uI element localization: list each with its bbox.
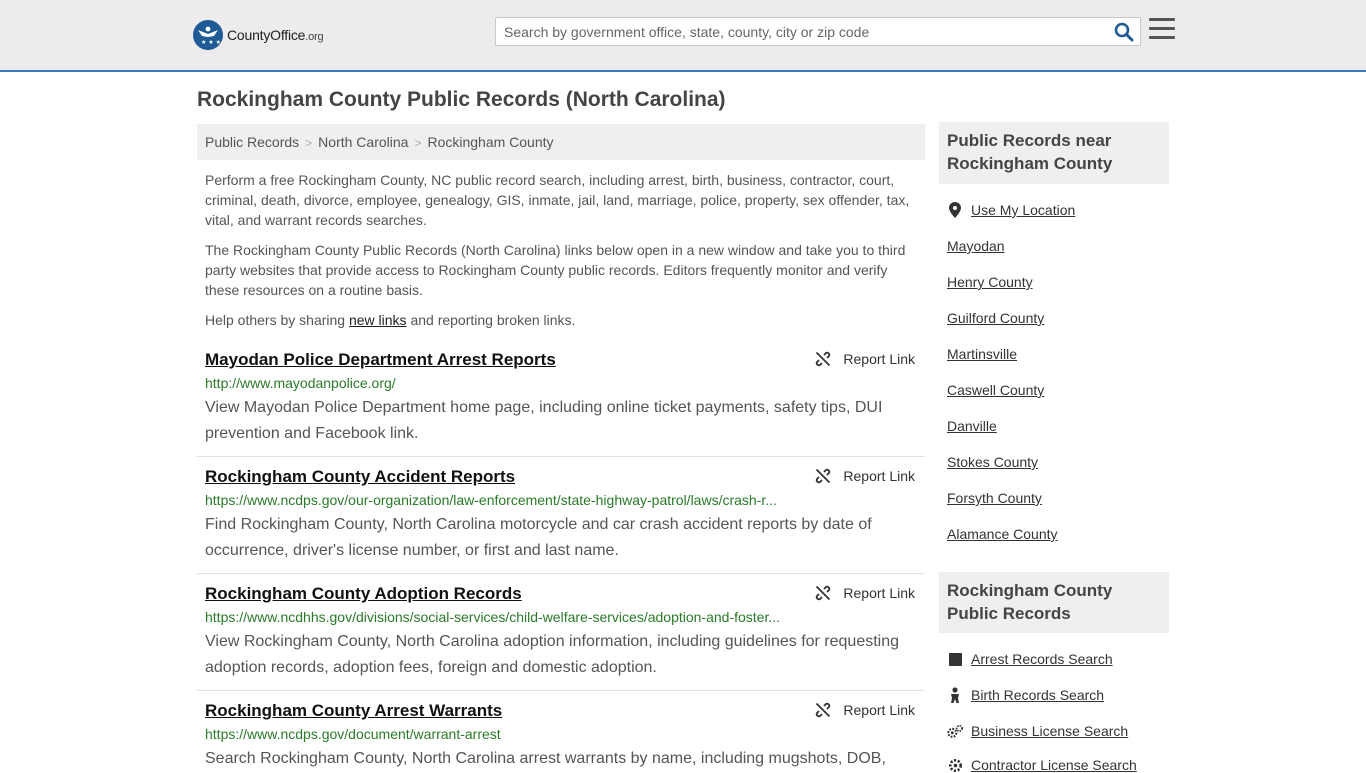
contractor-license-search-link[interactable]: Contractor License Search [947, 757, 1137, 773]
gear-icon [947, 757, 963, 773]
search-input[interactable] [496, 18, 1096, 45]
site-header: ★ ★ ★ CountyOffice.org [0, 0, 1366, 72]
contractor-license-search-label: Contractor License Search [971, 757, 1137, 773]
birth-records-search-label: Birth Records Search [971, 687, 1105, 703]
breadcrumb: Public Records > North Carolina > Rockingham… [197, 124, 925, 160]
arrest-records-search-link[interactable]: Arrest Records Search [947, 651, 1113, 667]
sidebar-link-guilford-county[interactable]: Guilford County [947, 310, 1044, 326]
sidebar-county-title: Rockingham County Public Records [939, 572, 1169, 633]
breadcrumb-separator: > [305, 136, 313, 150]
site-logo[interactable]: ★ ★ ★ CountyOffice.org [193, 20, 324, 50]
sidebar-link-mayodan[interactable]: Mayodan [947, 238, 1005, 254]
record-url[interactable]: http://www.mayodanpolice.org/ [205, 374, 785, 392]
map-marker-icon [947, 202, 963, 218]
report-link-label: Report Link [843, 585, 915, 601]
new-links-link[interactable]: new links [349, 312, 407, 328]
intro-paragraph-2: The Rockingham County Public Records (No… [205, 242, 906, 298]
eagle-logo-icon: ★ ★ ★ [193, 20, 223, 50]
sidebar-link-martinsville[interactable]: Martinsville [947, 346, 1017, 362]
broken-link-icon [816, 351, 831, 367]
report-link-label: Report Link [843, 702, 915, 718]
logo-name: CountyOffice [227, 27, 306, 43]
record-url[interactable]: https://www.ncdps.gov/document/warrant-a… [205, 725, 785, 743]
breadcrumb-public-records[interactable]: Public Records [205, 134, 299, 150]
arrest-records-search-label: Arrest Records Search [971, 651, 1113, 667]
sidebar-link-caswell-county[interactable]: Caswell County [947, 382, 1044, 398]
record-item: Mayodan Police Department Arrest Reports… [197, 348, 925, 457]
square-icon [947, 651, 963, 667]
hamburger-menu-icon[interactable] [1149, 18, 1175, 42]
intro-p3-before: Help others by sharing [205, 312, 349, 328]
record-url[interactable]: https://www.ncdps.gov/our-organization/l… [205, 491, 785, 509]
svg-text:★ ★ ★: ★ ★ ★ [201, 39, 220, 46]
breadcrumb-separator: > [414, 136, 422, 150]
broken-link-icon [816, 468, 831, 484]
use-my-location-label: Use My Location [971, 202, 1076, 218]
sidebar-near-title: Public Records near Rockingham County [939, 122, 1169, 184]
broken-link-icon [816, 585, 831, 601]
record-title-link[interactable]: Rockingham County Arrest Warrants [205, 699, 917, 723]
birth-records-search-link[interactable]: Birth Records Search [947, 687, 1104, 703]
sidebar-link-alamance-county[interactable]: Alamance County [947, 526, 1058, 542]
record-description: Find Rockingham County, North Carolina m… [205, 516, 872, 559]
sidebar-link-danville[interactable]: Danville [947, 418, 997, 434]
search-icon[interactable] [1114, 22, 1134, 42]
report-link-button[interactable]: Report Link [815, 585, 915, 601]
page-title: Rockingham County Public Records (North … [197, 88, 726, 111]
record-title-link[interactable]: Rockingham County Accident Reports [205, 465, 917, 489]
breadcrumb-rockingham-county: Rockingham County [427, 134, 554, 150]
record-title-link[interactable]: Rockingham County Adoption Records [205, 582, 917, 606]
record-description: View Rockingham County, North Carolina a… [205, 633, 900, 676]
record-description: View Mayodan Police Department home page… [205, 399, 883, 442]
record-url[interactable]: https://www.ncdhhs.gov/divisions/social-… [205, 608, 785, 626]
record-title-link[interactable]: Mayodan Police Department Arrest Reports [205, 348, 917, 372]
logo-suffix: .org [305, 31, 324, 43]
record-item: Rockingham County Adoption Records Repor… [197, 582, 925, 691]
report-link-button[interactable]: Report Link [815, 702, 915, 718]
sidebar-link-stokes-county[interactable]: Stokes County [947, 454, 1038, 470]
report-link-label: Report Link [843, 468, 915, 484]
intro-paragraph-1: Perform a free Rockingham County, NC pub… [205, 172, 910, 228]
record-description: Search Rockingham County, North Carolina… [205, 750, 886, 767]
sidebar-link-forsyth-county[interactable]: Forsyth County [947, 490, 1042, 506]
report-link-button[interactable]: Report Link [815, 468, 915, 484]
sidebar-link-henry-county[interactable]: Henry County [947, 274, 1033, 290]
broken-link-icon [816, 702, 831, 718]
logo-text: CountyOffice.org [227, 27, 324, 43]
breadcrumb-north-carolina[interactable]: North Carolina [318, 134, 408, 150]
baby-icon [947, 687, 963, 703]
intro-p3-after: and reporting broken links. [406, 312, 576, 328]
use-my-location-link[interactable]: Use My Location [947, 202, 1075, 218]
record-item: Rockingham County Accident Reports Repor… [197, 465, 925, 574]
intro-paragraph-3: Help others by sharing new links and rep… [205, 310, 917, 330]
gears-icon [947, 723, 963, 739]
business-license-search-label: Business License Search [971, 723, 1129, 739]
business-license-search-link[interactable]: Business License Search [947, 723, 1128, 739]
report-link-button[interactable]: Report Link [815, 351, 915, 367]
report-link-label: Report Link [843, 351, 915, 367]
search-bar [495, 17, 1141, 46]
record-item: Rockingham County Arrest Warrants Report… [197, 699, 925, 768]
